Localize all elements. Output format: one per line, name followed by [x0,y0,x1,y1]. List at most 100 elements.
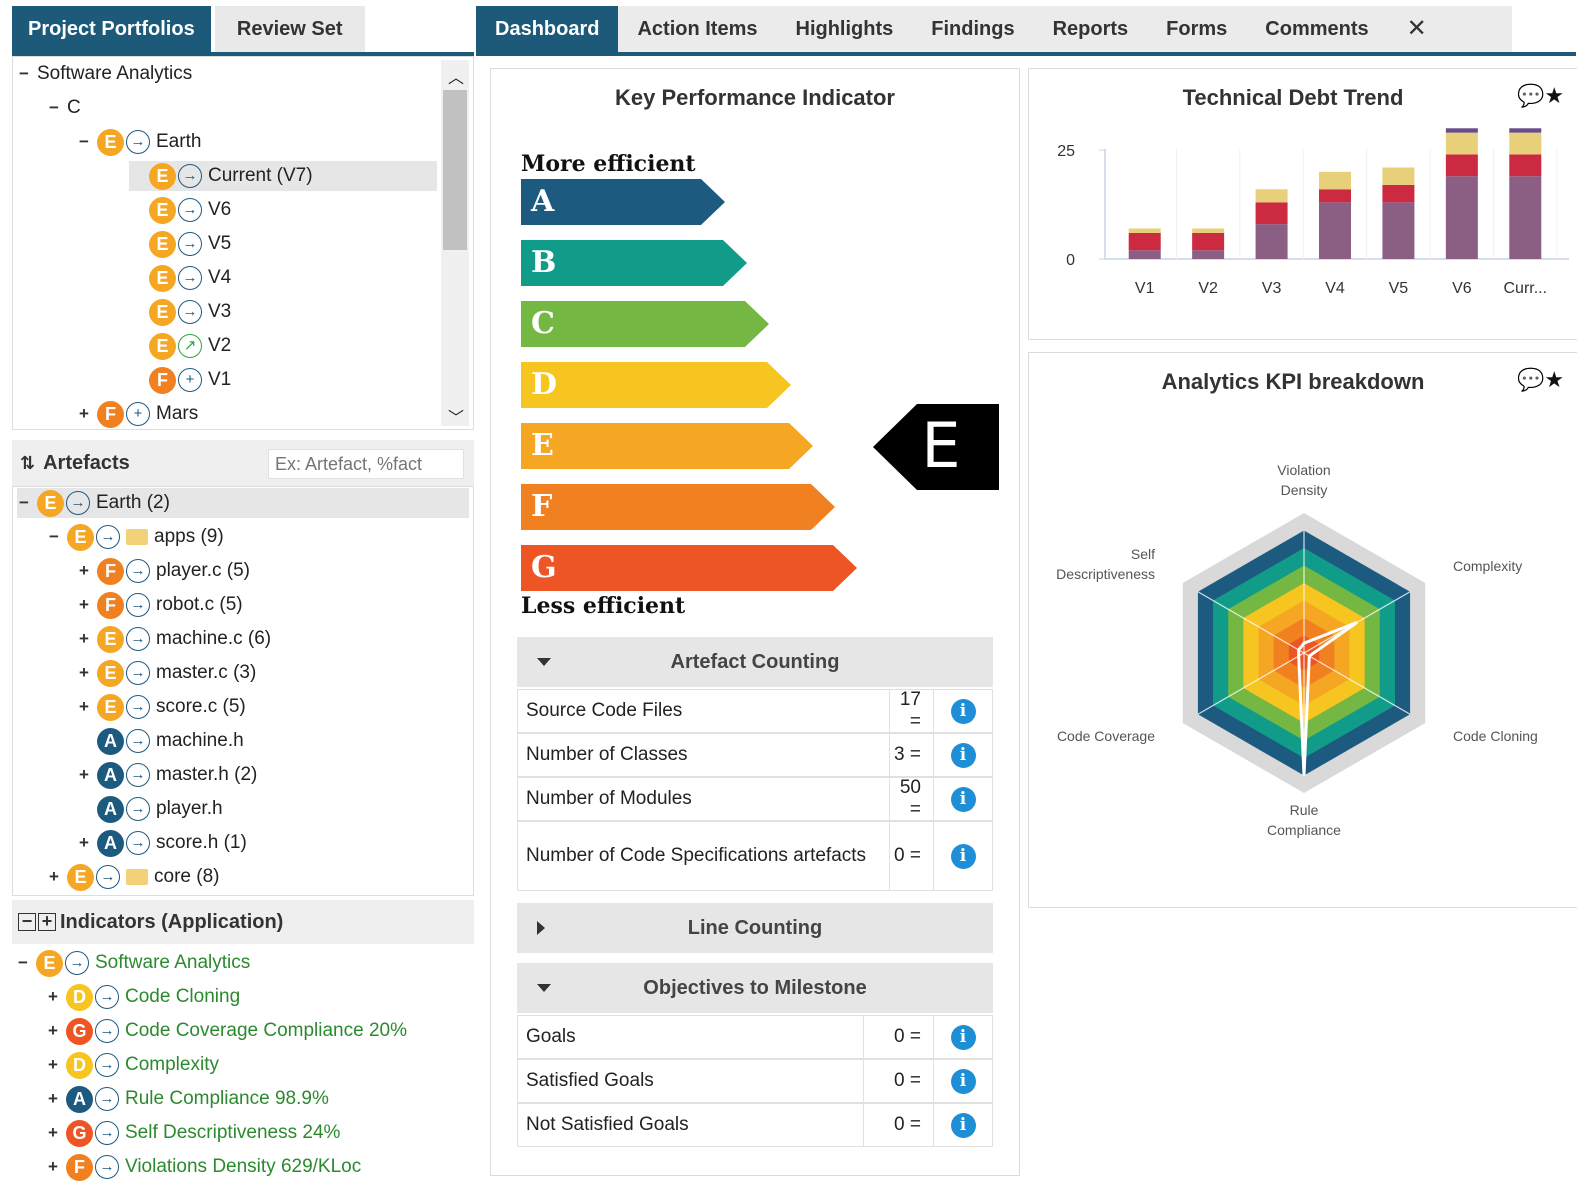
portfolio-node[interactable]: F + V1 [129,365,231,395]
artefact-node[interactable]: + A → score.h (1) [77,828,247,858]
expand-caret-icon[interactable] [537,921,545,935]
tab-highlights[interactable]: Highlights [777,6,913,52]
expand-toggle-icon[interactable]: + [46,1090,60,1107]
tab-action-items[interactable]: Action Items [618,6,776,52]
portfolio-node[interactable]: + F + Mars [77,399,198,429]
artefact-node[interactable]: + E → core (8) [47,862,219,892]
comment-favorite-icon[interactable]: 💬★ [1517,367,1564,393]
expand-toggle-icon[interactable]: + [77,562,91,579]
tree-label: Code Coverage Compliance 20% [125,1020,407,1041]
scroll-down-icon[interactable]: ﹀ [448,404,464,428]
portfolio-node[interactable]: − E → Earth [77,127,201,157]
grade-badge: D [66,1051,93,1079]
info-icon[interactable]: i [950,742,976,768]
collapse-toggle-icon[interactable]: − [17,494,31,511]
radar-axis-label: Code Coverage [1057,728,1155,744]
artefact-node[interactable]: + E → machine.c (6) [77,624,271,654]
info-icon[interactable]: i [950,1024,976,1050]
collapse-toggle-icon[interactable]: − [47,528,61,545]
sort-filter-icon[interactable]: ⇅ [20,453,35,474]
line-counting-header[interactable]: Line Counting [517,903,993,953]
trend-icon: → [178,266,202,290]
info-icon[interactable]: i [950,786,976,812]
portfolio-node[interactable]: E → V4 [129,263,231,293]
expand-toggle-icon[interactable]: + [47,868,61,885]
artefact-node[interactable]: + F → player.c (5) [77,556,250,586]
expand-toggle-icon[interactable]: + [46,1124,60,1141]
expand-toggle-icon[interactable]: + [46,1158,60,1175]
expand-toggle-icon[interactable]: + [77,766,91,783]
artefact-node[interactable]: A → machine.h [77,726,244,756]
tab-findings[interactable]: Findings [912,6,1033,52]
row-label: Number of Modules [518,778,890,820]
objectives-header[interactable]: Objectives to Milestone [517,963,993,1013]
scroll-thumb[interactable] [443,90,467,250]
scroll-up-icon[interactable]: ︿ [448,64,464,88]
collapse-toggle-icon[interactable]: − [16,954,30,971]
artefact-filter-input[interactable] [268,449,464,479]
info-icon[interactable]: i [950,1112,976,1138]
portfolio-node[interactable]: E → Current (V7) [129,161,437,191]
tree-label: V5 [208,233,232,254]
tab-review-set[interactable]: Review Set [214,6,365,52]
artefact-node[interactable]: + F → robot.c (5) [77,590,243,620]
indicator-node[interactable]: + F → Violations Density 629/KLoc [46,1152,361,1182]
indicator-node[interactable]: − E → Software Analytics [16,948,250,978]
tab-comments[interactable]: Comments [1246,6,1387,52]
comment-favorite-icon[interactable]: 💬★ [1517,83,1564,109]
x-tick-label: Curr... [1504,280,1548,297]
collapse-toggle-icon[interactable]: − [47,99,61,116]
expand-toggle-icon[interactable]: + [77,405,91,422]
portfolio-node[interactable]: − Software Analytics [17,59,192,89]
row-label: Number of Classes [518,734,890,776]
current-grade-marker: E [873,404,999,490]
tab-project-portfolios[interactable]: Project Portfolios [12,6,211,52]
indicator-node[interactable]: + D → Complexity [46,1050,219,1080]
indicator-node[interactable]: + A → Rule Compliance 98.9% [46,1084,329,1114]
expand-toggle-icon[interactable]: + [46,1022,60,1039]
artefact-node[interactable]: + E → master.c (3) [77,658,256,688]
expand-toggle-icon[interactable]: + [77,596,91,613]
indicator-node[interactable]: + G → Code Coverage Compliance 20% [46,1016,407,1046]
expand-toggle-icon[interactable]: + [77,834,91,851]
collapse-all-icon[interactable]: − [18,912,36,931]
energy-bar-tip [789,423,813,469]
artefact-node[interactable]: + E → score.c (5) [77,692,246,722]
portfolio-node[interactable]: − C [47,93,81,123]
expand-all-icon[interactable]: + [38,912,56,931]
info-icon[interactable]: i [950,1068,976,1094]
trend-icon: → [126,661,150,685]
objectives-title: Objectives to Milestone [643,977,867,999]
tab-forms[interactable]: Forms [1147,6,1246,52]
grade-badge: E [149,298,176,326]
info-icon[interactable]: i [950,698,976,724]
artefact-node[interactable]: − E → Earth (2) [17,488,469,518]
collapse-toggle-icon[interactable]: − [77,133,91,150]
collapse-toggle-icon[interactable]: − [17,65,31,82]
portfolio-scrollbar[interactable]: ︿ ﹀ [441,60,469,428]
indicator-node[interactable]: + D → Code Cloning [46,982,240,1012]
artefact-counting-header[interactable]: Artefact Counting [517,637,993,687]
indicator-node[interactable]: + G → Self Descriptiveness 24% [46,1118,340,1148]
collapse-caret-icon[interactable] [537,984,551,992]
portfolio-node[interactable]: E ↗ V2 [129,331,231,361]
tab-reports[interactable]: Reports [1034,6,1148,52]
tools-icon[interactable]: ✕ [1388,6,1446,52]
expand-toggle-icon[interactable]: + [77,698,91,715]
artefact-node[interactable]: − E → apps (9) [47,522,224,552]
table-row: Source Code Files 17 = i [517,689,993,733]
artefact-node[interactable]: A → player.h [77,794,223,824]
portfolio-node[interactable]: E → V3 [129,297,231,327]
expand-toggle-icon[interactable]: + [77,664,91,681]
tab-dashboard[interactable]: Dashboard [476,6,619,52]
expand-toggle-icon[interactable]: + [46,1056,60,1073]
artefact-node[interactable]: + A → master.h (2) [77,760,257,790]
info-cell: i [934,1104,992,1146]
collapse-caret-icon[interactable] [537,658,551,666]
portfolio-node[interactable]: E → V5 [129,229,231,259]
row-value: 3 = [890,734,934,776]
portfolio-node[interactable]: E → V6 [129,195,231,225]
expand-toggle-icon[interactable]: + [46,988,60,1005]
info-icon[interactable]: i [950,843,976,869]
expand-toggle-icon[interactable]: + [77,630,91,647]
